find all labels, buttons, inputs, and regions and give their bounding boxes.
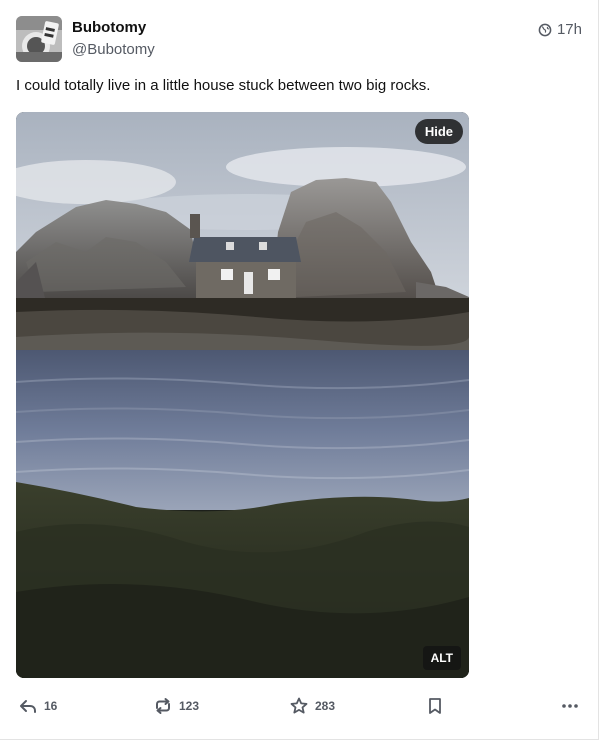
hide-media-button[interactable]: Hide [414, 119, 463, 144]
media-attachment[interactable]: Hide ALT [16, 112, 469, 678]
boost-count: 123 [179, 699, 200, 713]
post-timestamp: 17h [556, 21, 582, 38]
action-bar: 16 123 283 [0, 694, 599, 718]
post-meta[interactable]: 17h [538, 21, 582, 38]
avatar[interactable] [16, 16, 62, 62]
bookmark-button[interactable] [425, 694, 445, 718]
boost-icon [153, 696, 173, 716]
display-name[interactable]: Bubotomy [72, 19, 146, 36]
reply-icon [18, 696, 38, 716]
more-icon [560, 696, 580, 716]
reply-count: 16 [44, 699, 58, 713]
favourite-button[interactable]: 283 [289, 694, 335, 718]
more-button[interactable] [560, 694, 580, 718]
reply-button[interactable]: 16 [18, 694, 57, 718]
post-content: I could totally live in a little house s… [16, 77, 431, 94]
attached-photo [16, 112, 469, 678]
favourite-count: 283 [315, 699, 336, 713]
avatar-image [16, 16, 62, 62]
alt-text-button[interactable]: ALT [422, 646, 461, 670]
bookmark-icon [425, 696, 445, 716]
boost-button[interactable]: 123 [153, 694, 199, 718]
post-card: Bubotomy @Bubotomy 17h I could totally l… [0, 0, 599, 740]
globe-icon [538, 23, 552, 37]
star-icon [289, 696, 309, 716]
account-handle[interactable]: @Bubotomy [72, 41, 155, 58]
